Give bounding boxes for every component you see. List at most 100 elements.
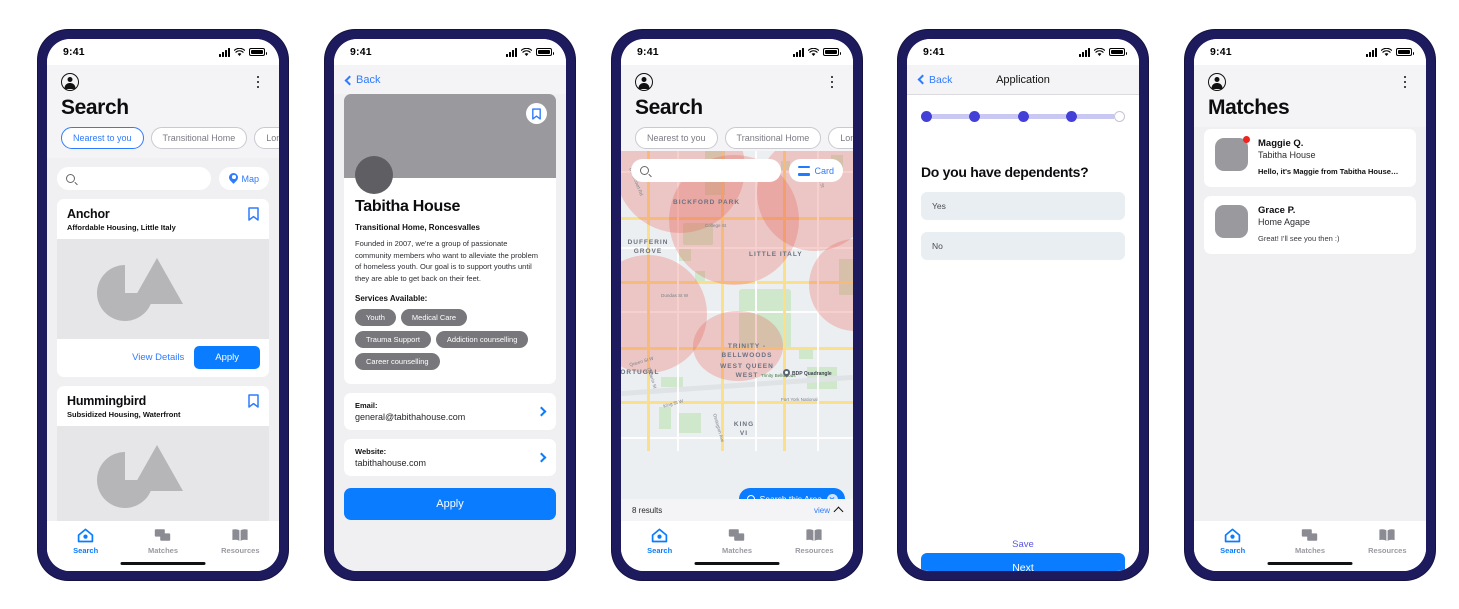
book-icon	[806, 529, 822, 541]
view-details-button[interactable]: View Details	[132, 352, 184, 363]
phone-frame-search-list: 9:41 Search Nearest to you Transitional …	[38, 30, 288, 580]
phone-frame-map: 9:41 Search Nearest to you Transitional …	[612, 30, 862, 580]
wifi-icon	[808, 47, 819, 56]
tab-label-resources: Resources	[221, 546, 260, 555]
status-indicators	[1079, 47, 1127, 57]
overflow-menu-icon[interactable]	[825, 74, 839, 90]
tab-matches[interactable]: Matches	[124, 528, 201, 555]
back-button[interactable]: Back	[917, 74, 952, 86]
filter-pill-longterm[interactable]: Long-term Ho	[828, 127, 853, 149]
map-label-trinity-bellwoods: TRINITY - BELLWOODS	[721, 343, 773, 359]
filter-pill-longterm[interactable]: Long-term Ho	[254, 127, 279, 149]
match-item-grace[interactable]: Grace P. Home Agape Great! I'll see you …	[1204, 195, 1416, 254]
step-dot-1[interactable]	[921, 111, 932, 122]
chat-icon	[729, 529, 745, 541]
filter-pill-transitional[interactable]: Transitional Home	[150, 127, 248, 149]
filter-pill-list: Nearest to you Transitional Home Long-te…	[61, 127, 279, 158]
listing-image-placeholder	[57, 426, 269, 526]
avatar	[1215, 136, 1250, 171]
battery-icon	[1109, 48, 1127, 56]
next-button[interactable]: Next	[921, 553, 1125, 571]
overflow-menu-icon[interactable]	[1398, 74, 1412, 90]
search-icon	[66, 174, 75, 183]
tab-search[interactable]: Search	[1194, 528, 1271, 555]
chevron-left-icon	[917, 74, 928, 85]
step-dot-3[interactable]	[1017, 111, 1029, 122]
battery-icon	[249, 48, 267, 56]
step-track	[932, 114, 970, 119]
map-pin-icon	[229, 173, 238, 185]
option-yes[interactable]: Yes	[921, 192, 1125, 220]
profile-avatar-icon[interactable]	[61, 73, 79, 91]
signal-icon	[1079, 47, 1090, 57]
listing-card-header: Anchor Affordable Housing, Little Italy	[57, 199, 269, 239]
tab-search[interactable]: Search	[47, 528, 124, 555]
chevron-up-icon	[833, 506, 844, 517]
save-button[interactable]: Save	[907, 539, 1139, 550]
tab-label-matches: Matches	[1294, 546, 1325, 555]
poi-bdp-quadrangle[interactable]: BDP Quadrangle	[783, 369, 832, 379]
listing-subtitle: Subsidized Housing, Waterfront	[67, 410, 181, 419]
map-label-king-vi: KING VI	[733, 421, 755, 437]
map-container[interactable]: BICKFORD PARK DUFFERIN GROVE LITTLE ITAL…	[621, 151, 853, 571]
profile-avatar-icon[interactable]	[635, 73, 653, 91]
coverage-circle	[809, 239, 853, 331]
status-bar: 9:41	[1194, 39, 1426, 65]
listing-card-anchor[interactable]: Anchor Affordable Housing, Little Italy …	[57, 199, 269, 377]
filter-pill-nearest[interactable]: Nearest to you	[61, 127, 144, 149]
email-value: general@tabithahouse.com	[355, 411, 466, 422]
apply-button[interactable]: Apply	[194, 346, 260, 369]
step-dot-4[interactable]	[1065, 111, 1077, 122]
listing-card-hummingbird[interactable]: Hummingbird Subsidized Housing, Waterfro…	[57, 386, 269, 526]
page-title: Matches	[1208, 96, 1290, 119]
map-street-college: College St	[705, 223, 727, 228]
phone-frame-detail: 9:41 Back Tabitha House Transitional Hom…	[325, 30, 575, 580]
tab-label-matches: Matches	[147, 546, 178, 555]
bookmark-icon[interactable]	[248, 394, 259, 408]
listing-image-placeholder	[57, 239, 269, 339]
bookmark-icon	[532, 107, 541, 120]
bookmark-icon[interactable]	[248, 207, 259, 221]
card-view-toggle[interactable]: Card	[789, 159, 843, 182]
tab-resources[interactable]: Resources	[1349, 528, 1426, 555]
card-toggle-label: Card	[814, 165, 834, 176]
step-dot-5[interactable]	[1114, 111, 1125, 122]
status-time: 9:41	[350, 46, 372, 58]
home-indicator	[120, 561, 206, 565]
status-bar: 9:41	[621, 39, 853, 65]
apply-button[interactable]: Apply	[344, 487, 556, 520]
screen-search-map: 9:41 Search Nearest to you Transitional …	[621, 39, 853, 571]
website-row[interactable]: Website: tabithahouse.com	[344, 438, 556, 476]
match-item-maggie[interactable]: Maggie Q. Tabitha House Hello, it's Magg…	[1204, 129, 1416, 187]
search-input[interactable]	[57, 167, 212, 190]
back-bar[interactable]: Back	[334, 65, 566, 94]
option-no[interactable]: No	[921, 232, 1125, 260]
tab-matches[interactable]: Matches	[1271, 528, 1348, 555]
overflow-menu-icon[interactable]	[251, 74, 265, 90]
tab-matches[interactable]: Matches	[698, 528, 775, 555]
bookmark-button[interactable]	[526, 103, 547, 124]
website-value: tabithahouse.com	[355, 457, 427, 468]
signal-icon	[1366, 47, 1377, 57]
detail-info-card: Tabitha House Transitional Home, Roncesv…	[344, 156, 556, 384]
results-count: 8 results	[632, 505, 663, 515]
map-view-toggle[interactable]: Map	[219, 167, 269, 190]
listing-subtitle: Affordable Housing, Little Italy	[67, 223, 176, 232]
step-dot-2[interactable]	[969, 111, 981, 122]
profile-avatar-icon[interactable]	[1208, 73, 1226, 91]
tab-resources[interactable]: Resources	[776, 528, 853, 555]
filter-pill-nearest[interactable]: Nearest to you	[635, 127, 718, 149]
phone-frame-application: 9:41 Back Application Do you have depend…	[898, 30, 1148, 580]
status-indicators	[1366, 47, 1414, 57]
screenshot-stage: 9:41 Search Nearest to you Transitional …	[0, 0, 1459, 609]
email-row[interactable]: Email: general@tabithahouse.com	[344, 392, 556, 430]
bottom-tab-bar: Search Matches Resources	[1194, 521, 1426, 571]
placeholder-triangle-shape	[131, 258, 183, 304]
view-toggle[interactable]: view	[814, 505, 844, 517]
map-search-row: Card	[631, 159, 843, 182]
filter-pill-transitional[interactable]: Transitional Home	[724, 127, 822, 149]
nav-bar: Back Application	[907, 65, 1139, 95]
tab-search[interactable]: Search	[621, 528, 698, 555]
tab-resources[interactable]: Resources	[202, 528, 279, 555]
search-input[interactable]	[631, 159, 782, 182]
